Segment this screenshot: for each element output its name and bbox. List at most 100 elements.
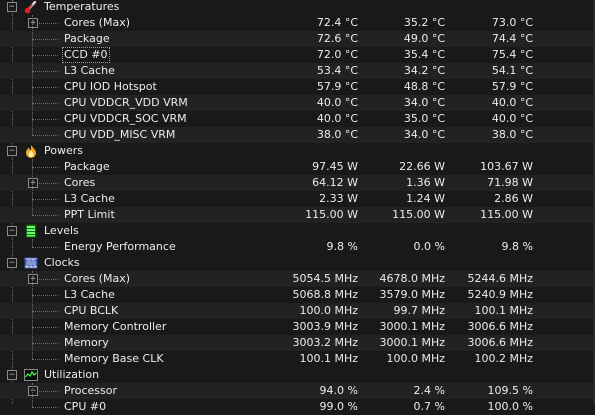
collapse-toggle[interactable]: − bbox=[28, 386, 38, 396]
min-value: 1.36 W bbox=[406, 176, 445, 189]
max-value: 74.4 °C bbox=[491, 32, 533, 45]
sensor-row[interactable]: L3 Cache 2.33 W 1.24 W 2.86 W bbox=[0, 191, 595, 207]
max-value: 71.98 W bbox=[487, 176, 533, 189]
min-value: 100.0 MHz bbox=[386, 352, 445, 365]
levels-icon bbox=[24, 224, 38, 238]
expand-toggle[interactable]: + bbox=[28, 18, 38, 28]
current-value: 57.9 °C bbox=[316, 80, 358, 93]
max-value: 103.67 W bbox=[480, 160, 533, 173]
sensor-name: PPT Limit bbox=[64, 208, 115, 221]
sensor-name: CPU IOD Hotspot bbox=[64, 80, 157, 93]
tree-connector bbox=[32, 167, 58, 168]
current-value: 72.4 °C bbox=[316, 16, 358, 29]
tree-connector bbox=[32, 199, 58, 200]
sensor-row[interactable]: CPU BCLK 100.0 MHz 99.7 MHz 100.1 MHz bbox=[0, 303, 595, 319]
sensor-row[interactable]: Memory Base CLK 100.1 MHz 100.0 MHz 100.2 M… bbox=[0, 351, 595, 367]
group-label: Utilization bbox=[44, 368, 100, 381]
tree-connector bbox=[32, 87, 58, 88]
expand-toggle[interactable]: + bbox=[28, 178, 38, 188]
min-value: 49.0 °C bbox=[403, 32, 445, 45]
sensor-name: L3 Cache bbox=[64, 288, 115, 301]
sensor-name: Cores bbox=[64, 176, 96, 189]
group-powers[interactable]: − Powers bbox=[0, 143, 595, 159]
sensor-tree[interactable]: − Temperatures + Cores (Max) 72.4 °C 35.2 °C 7… bbox=[0, 0, 595, 413]
collapse-toggle[interactable]: − bbox=[7, 370, 17, 380]
sensor-row[interactable]: Memory Controller 3003.9 MHz 3000.1 MHz 300… bbox=[0, 319, 595, 335]
sensor-name: Cores (Max) bbox=[64, 272, 131, 285]
group-temperatures[interactable]: − Temperatures bbox=[0, 0, 595, 15]
sensor-name: L3 Cache bbox=[64, 64, 115, 77]
max-value: 5240.9 MHz bbox=[467, 288, 533, 301]
min-value: 2.4 % bbox=[413, 384, 445, 397]
tree-branch-line bbox=[32, 159, 33, 215]
sensor-name: CPU VDDCR_VDD VRM bbox=[64, 96, 188, 109]
tree-connector bbox=[32, 135, 58, 136]
current-value: 9.8 % bbox=[326, 240, 358, 253]
current-value: 5068.8 MHz bbox=[292, 288, 358, 301]
sensor-row[interactable]: L3 Cache 5068.8 MHz 3579.0 MHz 5240.9 MHz bbox=[0, 287, 595, 303]
sensor-name: Processor bbox=[64, 384, 117, 397]
tree-connector bbox=[32, 71, 58, 72]
tree-connector bbox=[32, 327, 58, 328]
min-value: 99.7 MHz bbox=[393, 304, 445, 317]
sensor-row[interactable]: CPU IOD Hotspot 57.9 °C 48.8 °C 57.9 °C bbox=[0, 79, 595, 95]
tree-connector bbox=[32, 359, 58, 360]
tree-connector bbox=[32, 407, 58, 408]
current-value: 3003.2 MHz bbox=[292, 336, 358, 349]
current-value: 115.00 W bbox=[305, 208, 358, 221]
min-value: 34.0 °C bbox=[403, 96, 445, 109]
sensor-row[interactable]: CPU VDD_MISC VRM 38.0 °C 34.0 °C 38.0 °C bbox=[0, 127, 595, 143]
sensor-row[interactable]: + Cores (Max) 5054.5 MHz 4678.0 MHz 5244.6 M… bbox=[0, 271, 595, 287]
max-value: 109.5 % bbox=[487, 384, 533, 397]
sensor-name: Energy Performance bbox=[64, 240, 176, 253]
collapse-toggle[interactable]: − bbox=[7, 146, 17, 156]
sensor-row[interactable]: + Cores 64.12 W 1.36 W 71.98 W bbox=[0, 175, 595, 191]
current-value: 72.6 °C bbox=[316, 32, 358, 45]
max-value: 73.0 °C bbox=[491, 16, 533, 29]
thermometer-icon bbox=[24, 0, 38, 14]
sensor-row[interactable]: CPU VDDCR_SOC VRM 40.0 °C 35.0 °C 40.0 °C bbox=[0, 111, 595, 127]
group-clocks[interactable]: − Clocks bbox=[0, 255, 595, 271]
tree-connector bbox=[32, 119, 58, 120]
max-value: 5244.6 MHz bbox=[467, 272, 533, 285]
collapse-toggle[interactable]: − bbox=[7, 2, 17, 12]
tree-connector bbox=[32, 247, 58, 248]
current-value: 64.12 W bbox=[312, 176, 358, 189]
current-value: 97.45 W bbox=[312, 160, 358, 173]
group-label: Clocks bbox=[44, 256, 80, 269]
max-value: 100.2 MHz bbox=[474, 352, 533, 365]
max-value: 100.0 % bbox=[487, 400, 533, 413]
group-label: Levels bbox=[44, 224, 79, 237]
group-levels[interactable]: − Levels bbox=[0, 223, 595, 239]
sensor-row[interactable]: Package 97.45 W 22.66 W 103.67 W bbox=[0, 159, 595, 175]
min-value: 35.0 °C bbox=[403, 112, 445, 125]
sensor-row[interactable]: CCD #0 72.0 °C 35.4 °C 75.4 °C bbox=[0, 47, 595, 63]
tree-connector bbox=[32, 103, 58, 104]
sensor-row[interactable]: L3 Cache 53.4 °C 34.2 °C 54.1 °C bbox=[0, 63, 595, 79]
max-value: 54.1 °C bbox=[491, 64, 533, 77]
group-utilization[interactable]: − Utilization bbox=[0, 367, 595, 383]
tree-branch-line bbox=[32, 239, 33, 247]
sensor-row[interactable]: Package 72.6 °C 49.0 °C 74.4 °C bbox=[0, 31, 595, 47]
sensor-row[interactable]: Memory 3003.2 MHz 3000.1 MHz 3006.6 MHz bbox=[0, 335, 595, 351]
current-value: 2.33 W bbox=[319, 192, 358, 205]
current-value: 94.0 % bbox=[319, 384, 358, 397]
collapse-toggle[interactable]: − bbox=[7, 226, 17, 236]
tree-connector bbox=[32, 39, 58, 40]
sensor-row[interactable]: CPU #0 99.0 % 0.7 % 100.0 % bbox=[0, 399, 595, 415]
current-value: 5054.5 MHz bbox=[292, 272, 358, 285]
expand-toggle[interactable]: + bbox=[28, 274, 38, 284]
sensor-row[interactable]: CPU VDDCR_VDD VRM 40.0 °C 34.0 °C 40.0 °C bbox=[0, 95, 595, 111]
sensor-row[interactable]: Energy Performance 9.8 % 0.0 % 9.8 % bbox=[0, 239, 595, 255]
sensor-row[interactable]: PPT Limit 115.00 W 115.00 W 115.00 W bbox=[0, 207, 595, 223]
max-value: 40.0 °C bbox=[491, 112, 533, 125]
sensor-row[interactable]: − Processor 94.0 % 2.4 % 109.5 % bbox=[0, 383, 595, 399]
min-value: 22.66 W bbox=[399, 160, 445, 173]
collapse-toggle[interactable]: − bbox=[7, 258, 17, 268]
min-value: 1.24 W bbox=[406, 192, 445, 205]
sensor-row[interactable]: + Cores (Max) 72.4 °C 35.2 °C 73.0 °C bbox=[0, 15, 595, 31]
sensor-name: L3 Cache bbox=[64, 192, 115, 205]
max-value: 40.0 °C bbox=[491, 96, 533, 109]
min-value: 34.2 °C bbox=[403, 64, 445, 77]
min-value: 0.7 % bbox=[413, 400, 445, 413]
